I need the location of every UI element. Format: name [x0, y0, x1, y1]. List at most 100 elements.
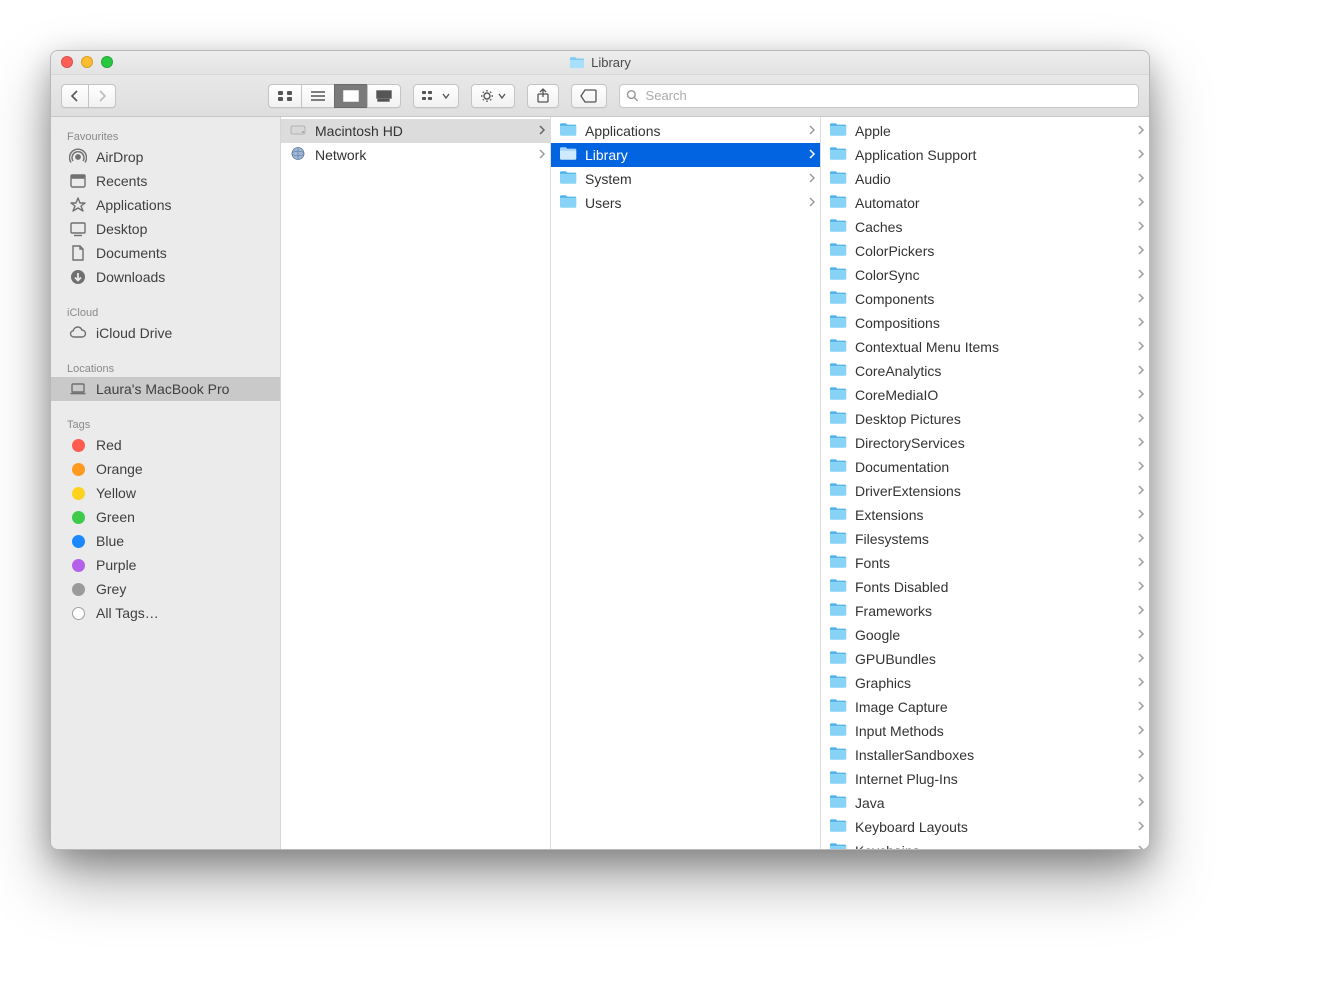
search-field[interactable] — [619, 84, 1139, 108]
close-button[interactable] — [61, 56, 73, 68]
file-row[interactable]: Network — [281, 143, 550, 167]
file-row[interactable]: DirectoryServices — [821, 431, 1149, 455]
sidebar-item[interactable]: Red — [51, 433, 280, 457]
disclose-arrow-icon — [1137, 291, 1145, 307]
folder-icon — [829, 794, 847, 812]
sidebar-item[interactable]: Downloads — [51, 265, 280, 289]
folder-icon — [829, 266, 847, 284]
list-view-button[interactable] — [301, 84, 334, 108]
disclose-arrow-icon — [1137, 483, 1145, 499]
file-row[interactable]: DriverExtensions — [821, 479, 1149, 503]
disclose-arrow-icon — [808, 147, 816, 163]
minimize-button[interactable] — [81, 56, 93, 68]
sidebar-item[interactable]: Purple — [51, 553, 280, 577]
tag-icon — [69, 484, 87, 502]
file-row[interactable]: Users — [551, 191, 820, 215]
disclose-arrow-icon — [1137, 675, 1145, 691]
disclose-arrow-icon — [1137, 771, 1145, 787]
share-button[interactable] — [527, 84, 559, 108]
sidebar-item[interactable]: Orange — [51, 457, 280, 481]
sidebar-item[interactable]: Blue — [51, 529, 280, 553]
file-row[interactable]: Macintosh HD — [281, 119, 550, 143]
file-row[interactable]: Contextual Menu Items — [821, 335, 1149, 359]
folder-icon — [569, 56, 585, 69]
file-label: Image Capture — [855, 699, 1129, 715]
sidebar-item[interactable]: AirDrop — [51, 145, 280, 169]
action-menu-button[interactable] — [471, 84, 515, 108]
icon-view-button[interactable] — [268, 84, 301, 108]
file-row[interactable]: Fonts — [821, 551, 1149, 575]
file-row[interactable]: Frameworks — [821, 599, 1149, 623]
file-row[interactable]: Application Support — [821, 143, 1149, 167]
sidebar-item[interactable]: Recents — [51, 169, 280, 193]
file-row[interactable]: Caches — [821, 215, 1149, 239]
file-row[interactable]: Compositions — [821, 311, 1149, 335]
sidebar-item[interactable]: Grey — [51, 577, 280, 601]
folder-icon — [829, 842, 847, 849]
sidebar-item[interactable]: Desktop — [51, 217, 280, 241]
gallery-view-button[interactable] — [367, 84, 401, 108]
search-input[interactable] — [644, 87, 1132, 104]
disclose-arrow-icon — [1137, 387, 1145, 403]
column-view-button[interactable] — [334, 84, 367, 108]
file-row[interactable]: Graphics — [821, 671, 1149, 695]
file-row[interactable]: InstallerSandboxes — [821, 743, 1149, 767]
file-row[interactable]: ColorPickers — [821, 239, 1149, 263]
file-row[interactable]: Image Capture — [821, 695, 1149, 719]
file-row[interactable]: Documentation — [821, 455, 1149, 479]
file-row[interactable]: Filesystems — [821, 527, 1149, 551]
file-row[interactable]: Apple — [821, 119, 1149, 143]
file-row[interactable]: Library — [551, 143, 820, 167]
sidebar-item[interactable]: iCloud Drive — [51, 321, 280, 345]
file-row[interactable]: Desktop Pictures — [821, 407, 1149, 431]
file-row[interactable]: Input Methods — [821, 719, 1149, 743]
file-row[interactable]: GPUBundles — [821, 647, 1149, 671]
folder-icon — [829, 746, 847, 764]
file-label: System — [585, 171, 800, 187]
file-row[interactable]: CoreAnalytics — [821, 359, 1149, 383]
folder-icon — [829, 554, 847, 572]
back-button[interactable] — [61, 84, 88, 108]
sidebar-item-label: Green — [96, 509, 135, 525]
disclose-arrow-icon — [1137, 507, 1145, 523]
sidebar-item[interactable]: Laura's MacBook Pro — [51, 377, 280, 401]
folder-icon — [829, 506, 847, 524]
file-label: Components — [855, 291, 1129, 307]
sidebar-item[interactable]: Yellow — [51, 481, 280, 505]
file-row[interactable]: Keyboard Layouts — [821, 815, 1149, 839]
file-row[interactable]: System — [551, 167, 820, 191]
file-row[interactable]: Google — [821, 623, 1149, 647]
file-row[interactable]: Internet Plug-Ins — [821, 767, 1149, 791]
file-row[interactable]: Extensions — [821, 503, 1149, 527]
file-row[interactable]: Applications — [551, 119, 820, 143]
file-row[interactable]: CoreMediaIO — [821, 383, 1149, 407]
file-row[interactable]: ColorSync — [821, 263, 1149, 287]
file-label: Network — [315, 147, 530, 163]
file-label: DirectoryServices — [855, 435, 1129, 451]
folder-icon — [829, 578, 847, 596]
file-row[interactable]: Fonts Disabled — [821, 575, 1149, 599]
column: ApplicationsLibrary System Users — [551, 117, 821, 849]
folder-icon — [829, 242, 847, 260]
forward-button[interactable] — [88, 84, 116, 108]
sidebar-item[interactable]: Applications — [51, 193, 280, 217]
sidebar-item[interactable]: Documents — [51, 241, 280, 265]
file-row[interactable]: Components — [821, 287, 1149, 311]
tags-button[interactable] — [571, 84, 607, 108]
file-row[interactable]: Automator — [821, 191, 1149, 215]
sidebar-item[interactable]: All Tags… — [51, 601, 280, 625]
window-title: Library — [591, 55, 631, 70]
file-row[interactable]: Audio — [821, 167, 1149, 191]
file-row[interactable]: Java — [821, 791, 1149, 815]
file-label: DriverExtensions — [855, 483, 1129, 499]
file-row[interactable]: Keychains — [821, 839, 1149, 849]
sidebar-item-label: Desktop — [96, 221, 147, 237]
column: Apple Application SupportAudioAutomatorCa… — [821, 117, 1149, 849]
folder-icon — [829, 314, 847, 332]
folder-icon — [829, 458, 847, 476]
group-by-button[interactable] — [413, 84, 459, 108]
zoom-button[interactable] — [101, 56, 113, 68]
icloud-icon — [69, 324, 87, 342]
sidebar-item[interactable]: Green — [51, 505, 280, 529]
file-label: Apple — [855, 123, 1129, 139]
